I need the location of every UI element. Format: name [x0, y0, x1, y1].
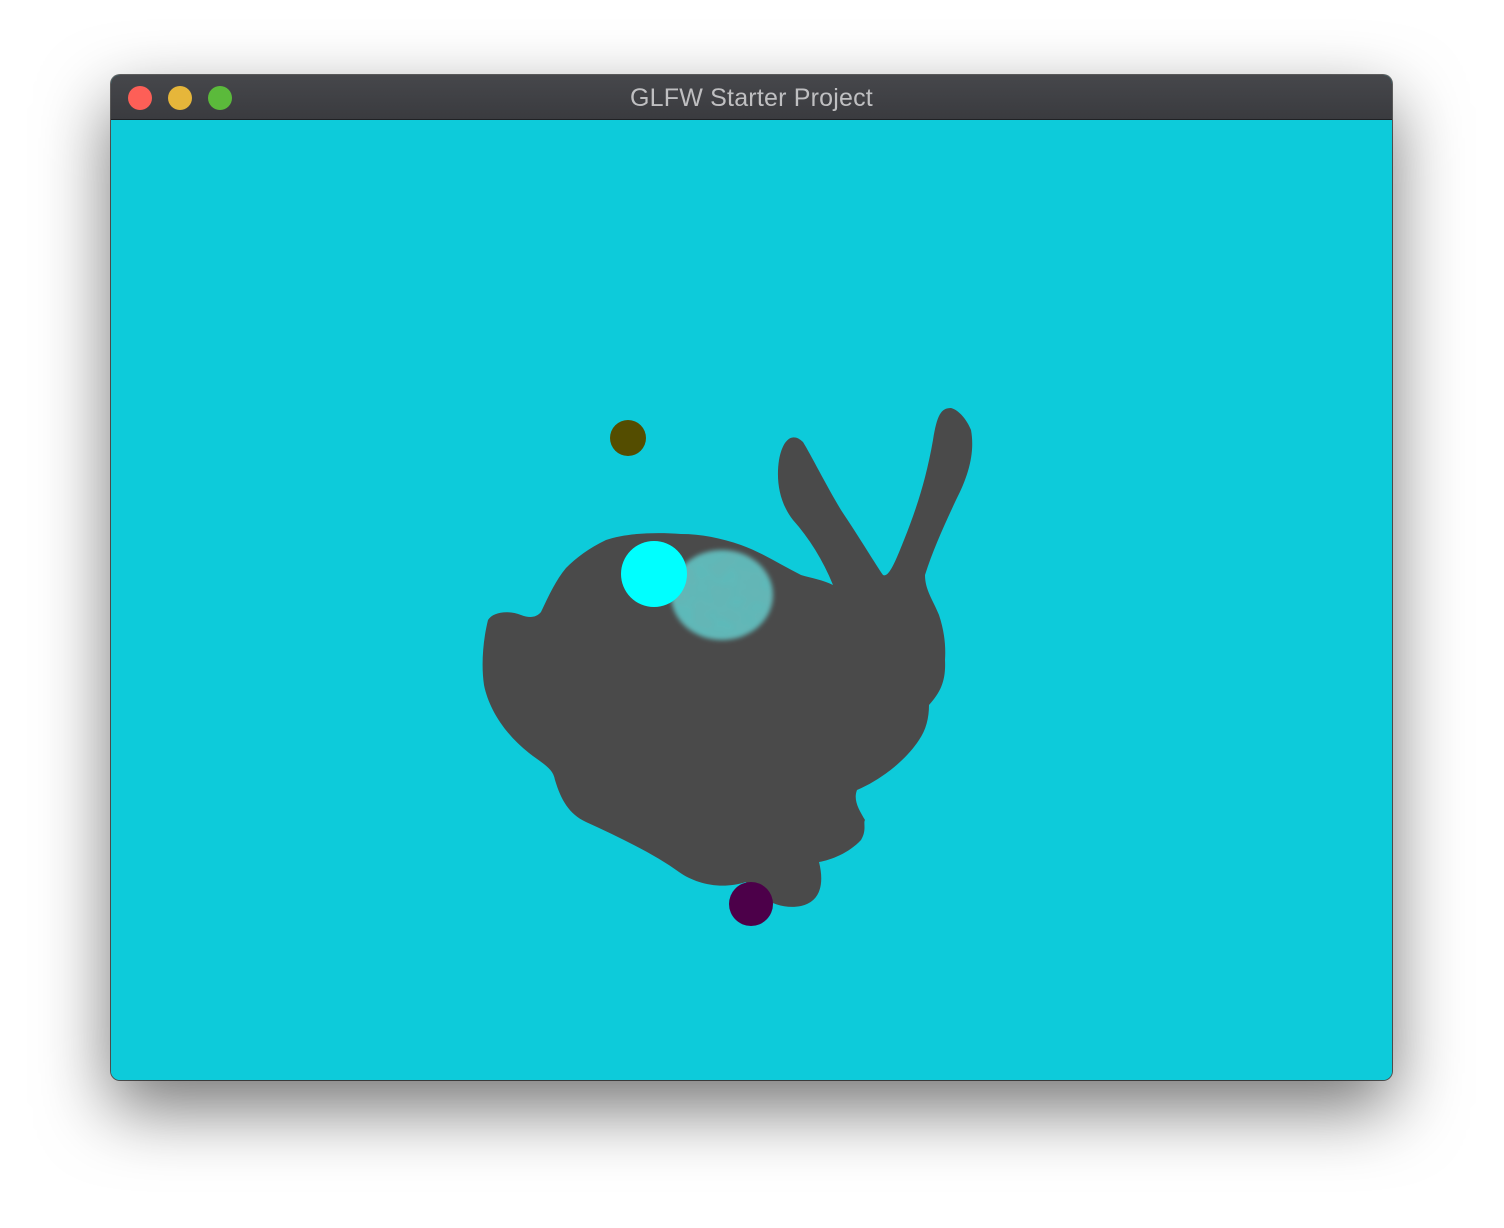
- scene-canvas: [111, 120, 1392, 1080]
- render-viewport[interactable]: [111, 120, 1392, 1080]
- purple-light-sphere: [729, 882, 773, 926]
- olive-light-sphere: [610, 420, 646, 456]
- reflective-sphere: [671, 550, 773, 640]
- app-window: GLFW Starter Project: [111, 75, 1392, 1080]
- title-bar[interactable]: GLFW Starter Project: [111, 75, 1392, 120]
- cyan-light-sphere: [621, 541, 687, 607]
- window-title: GLFW Starter Project: [630, 84, 873, 112]
